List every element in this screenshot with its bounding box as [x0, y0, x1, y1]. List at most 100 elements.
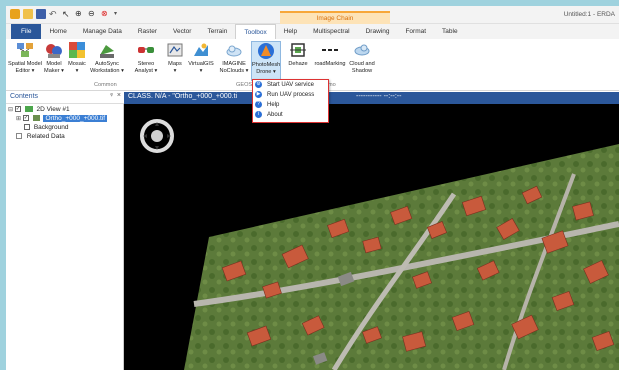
button-label: VirtualGIS	[188, 61, 214, 67]
play-icon: ▶	[255, 91, 262, 98]
menu-item-run-uav-process[interactable]: ▶ Run UAV process	[255, 91, 327, 100]
customize-qat-icon[interactable]: ▾	[114, 9, 124, 19]
title-bar: ↶ ↖ ⊕ ⊖ ⊗ ▾ Image Chain Untitled:1 - ERD…	[6, 6, 619, 24]
button-label: ▾	[173, 67, 177, 74]
button-label: Mosaic	[68, 61, 86, 67]
noclouds-icon	[225, 41, 243, 59]
zoom-in-icon[interactable]: ⊕	[75, 9, 85, 19]
tab-format[interactable]: Format	[397, 24, 434, 39]
button-label: roadMarking	[314, 61, 346, 67]
document-title: Untitled:1 - ERDA	[563, 11, 615, 18]
tree-item-label: Related Data	[26, 133, 65, 140]
button-label: ▾	[75, 67, 79, 74]
photomesh-drone-button[interactable]: PhotoMesh Drone ▾	[251, 41, 281, 81]
stereo-glasses-icon	[137, 41, 155, 59]
raster-layer-icon	[32, 115, 40, 122]
collapse-icon[interactable]: ⊟	[8, 107, 13, 113]
close-view-icon[interactable]: ⊗	[101, 9, 111, 19]
spatial-model-editor-button[interactable]: Spatial Model Editor ▾	[8, 41, 42, 81]
tab-terrain[interactable]: Terrain	[199, 24, 235, 39]
tree-item-related-data[interactable]: Related Data	[16, 132, 65, 141]
cloud-and-shadow-button[interactable]: Cloud and Shadow	[347, 41, 377, 81]
button-label: Maker ▾	[44, 67, 64, 74]
dehaze-button[interactable]: Dehaze	[286, 41, 310, 81]
roadmarking-icon	[321, 41, 339, 59]
photomesh-icon	[257, 42, 275, 60]
button-label: Editor ▾	[15, 67, 35, 74]
button-label: Shadow	[351, 67, 373, 74]
undo-icon[interactable]: ↶	[49, 9, 59, 19]
mosaic-icon	[68, 41, 86, 59]
model-editor-icon	[16, 41, 34, 59]
tab-raster[interactable]: Raster	[130, 24, 165, 39]
autosync-icon	[98, 41, 116, 59]
tab-drawing[interactable]: Drawing	[358, 24, 398, 39]
contents-title: Contents	[10, 93, 39, 100]
tab-manage-data[interactable]: Manage Data	[75, 24, 130, 39]
button-label: Workstation ▾	[90, 67, 124, 74]
menu-item-label: About	[267, 112, 283, 119]
tree-item-label: 2D View #1	[36, 106, 70, 113]
view-status: ----------- --:--:--	[356, 93, 402, 100]
tab-home[interactable]: Home	[41, 24, 74, 39]
imagine-noclouds-button[interactable]: IMAGINE NoClouds ▾	[219, 41, 249, 81]
photomesh-dropdown-menu: ⚙ Start UAV service ▶ Run UAV process ? Hel…	[252, 79, 329, 123]
expand-icon[interactable]: ⊞	[16, 116, 21, 122]
model-maker-icon	[45, 41, 63, 59]
open-folder-icon[interactable]	[23, 9, 33, 19]
contents-header: Contents ᵠ ×	[6, 92, 124, 104]
button-label: Drone ▾	[256, 68, 276, 75]
background-checkbox[interactable]	[24, 124, 30, 131]
map-view[interactable]	[124, 104, 619, 370]
view-checkbox[interactable]	[14, 106, 21, 113]
app-logo-icon	[10, 9, 20, 19]
model-maker-button[interactable]: Model Maker ▾	[43, 41, 65, 81]
tab-vector[interactable]: Vector	[165, 24, 199, 39]
quick-access-toolbar: ↶ ↖ ⊕ ⊖ ⊗ ▾	[10, 9, 124, 19]
tree-item-layer[interactable]: ⊞ Ortho_+000_+000.tif	[16, 114, 108, 123]
tree-item-label: Background	[33, 124, 69, 131]
virtualgis-button[interactable]: VirtualGIS ▾	[187, 41, 215, 81]
close-icon[interactable]: ×	[117, 92, 121, 99]
menu-item-label: Start UAV service	[267, 82, 314, 89]
tree-item-view[interactable]: ⊟ 2D View #1	[8, 105, 70, 114]
menu-item-label: Help	[267, 102, 280, 109]
pin-icon[interactable]: ᵠ	[110, 93, 113, 99]
roadmarking-button[interactable]: roadMarking	[312, 41, 348, 81]
menu-item-start-uav-service[interactable]: ⚙ Start UAV service	[255, 81, 327, 90]
stereo-analyst-button[interactable]: Stereo Analyst ▾	[130, 41, 162, 81]
maps-button[interactable]: Maps ▾	[164, 41, 186, 81]
tab-multispectral[interactable]: Multispectral	[305, 24, 357, 39]
group-label-geos: GEOS	[236, 82, 253, 88]
layer-checkbox[interactable]	[22, 115, 29, 122]
button-label: AutoSync	[95, 61, 119, 67]
group-label-common: Common	[94, 82, 117, 88]
view-title: CLASS. N/A - "Ortho_+000_+000.ti	[128, 93, 238, 100]
tab-table[interactable]: Table	[434, 24, 466, 39]
gear-icon: ⚙	[255, 81, 262, 88]
tab-help[interactable]: Help	[276, 24, 305, 39]
button-label: ▾	[199, 67, 203, 74]
tab-toolbox[interactable]: Toolbox	[235, 24, 276, 39]
select-arrow-icon[interactable]: ↖	[62, 9, 72, 19]
button-label: IMAGINE	[222, 61, 246, 67]
context-tab-image-chain[interactable]: Image Chain	[280, 11, 390, 24]
autosync-workstation-button[interactable]: AutoSync Workstation ▾	[90, 41, 124, 81]
app-window: ↶ ↖ ⊕ ⊖ ⊗ ▾ Image Chain Untitled:1 - ERD…	[6, 6, 619, 370]
tree-item-label: Ortho_+000_+000.tif	[43, 115, 108, 122]
mosaic-button[interactable]: Mosaic ▾	[66, 41, 88, 81]
contents-panel: ⊟ 2D View #1 ⊞ Ortho_+000_+000.tif Backg…	[6, 104, 124, 370]
menu-item-help[interactable]: ? Help	[255, 101, 327, 110]
save-icon[interactable]	[36, 9, 46, 19]
ribbon-tabs: File Home Manage Data Raster Vector Terr…	[6, 24, 619, 39]
menu-item-about[interactable]: i About	[255, 111, 327, 120]
info-icon: i	[255, 111, 262, 118]
tree-item-background[interactable]: Background	[24, 123, 69, 132]
button-label: Spatial Model	[8, 61, 42, 67]
virtualgis-icon	[192, 41, 210, 59]
button-label: PhotoMesh	[252, 62, 281, 68]
zoom-out-icon[interactable]: ⊖	[88, 9, 98, 19]
tab-file[interactable]: File	[11, 24, 42, 39]
related-data-icon	[16, 133, 22, 140]
navigation-compass[interactable]	[140, 119, 174, 153]
